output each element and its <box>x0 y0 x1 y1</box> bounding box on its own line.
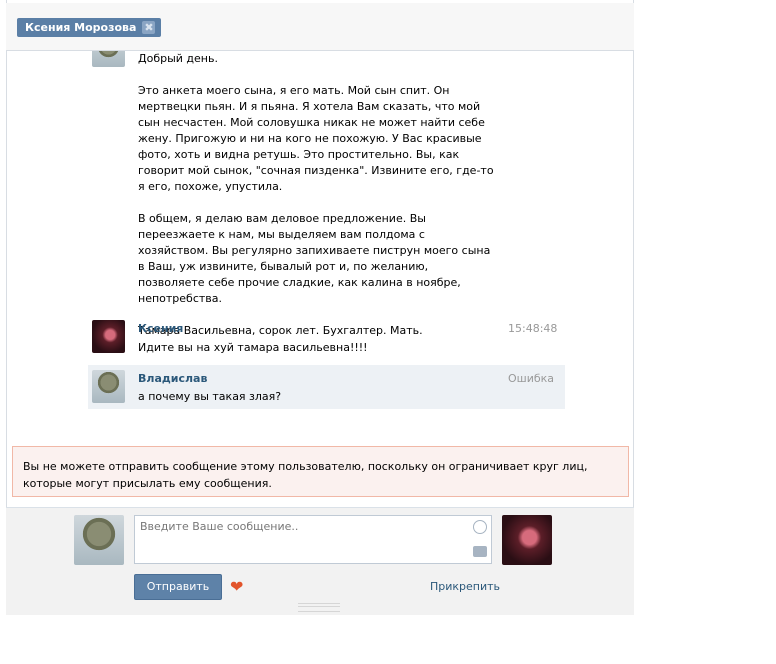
message-time: 15:48:48 <box>508 322 558 335</box>
message-author[interactable]: Владислав <box>138 372 207 385</box>
heart-icon[interactable]: ❤ <box>230 578 243 596</box>
tab-label: Ксения Морозова <box>25 21 137 34</box>
message-error-status: Ошибка <box>508 372 555 385</box>
dialog-tabs-bar: Ксения Морозова ✖ <box>6 3 634 51</box>
message-paragraph: Добрый день. <box>138 52 218 65</box>
smile-icon[interactable] <box>473 520 487 534</box>
close-icon[interactable]: ✖ <box>142 21 156 34</box>
camera-icon[interactable] <box>473 546 487 557</box>
message-author[interactable]: Ксения <box>138 322 183 335</box>
avatar[interactable] <box>92 320 125 353</box>
recipient-avatar[interactable] <box>502 515 552 565</box>
message-body: Добрый день. Это анкета моего сына, я ег… <box>138 51 498 355</box>
message-paragraph: В общем, я делаю вам деловое предложение… <box>138 212 491 305</box>
message-input-box <box>134 515 492 564</box>
message-input[interactable] <box>135 516 465 563</box>
avatar[interactable] <box>92 51 125 67</box>
send-button[interactable]: Отправить <box>134 574 222 600</box>
avatar[interactable] <box>92 370 125 403</box>
message-paragraph: Это анкета моего сына, я его мать. Мой с… <box>138 84 494 193</box>
message-text: Идите вы на хуй тамара васильевна!!!! <box>138 341 368 354</box>
resize-grip-icon[interactable] <box>298 603 340 612</box>
tab-ksenia-morozova[interactable]: Ксения Морозова ✖ <box>17 18 162 37</box>
my-avatar[interactable] <box>74 515 124 565</box>
privacy-warning: Вы не можете отправить сообщение этому п… <box>12 446 629 497</box>
message-paragraph: Тамара Васильевна, сорок лет. Бухгалтер.… <box>138 324 423 337</box>
message-text: а почему вы такая злая? <box>138 390 282 403</box>
attach-link[interactable]: Прикрепить <box>430 580 500 593</box>
